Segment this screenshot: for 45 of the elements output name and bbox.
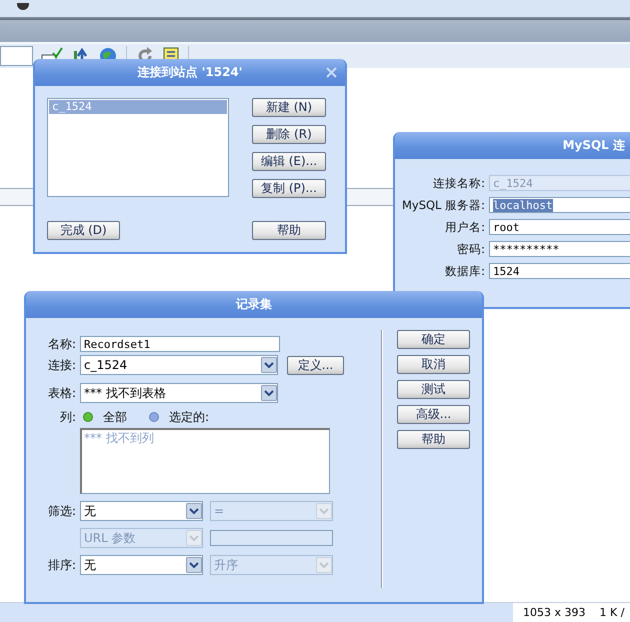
status-size: 1 K / xyxy=(600,606,624,619)
radio-label: 选定的: xyxy=(169,408,210,426)
field-label: 列: xyxy=(58,408,76,426)
window-title: 记录集 xyxy=(236,296,272,313)
input-field[interactable]: root xyxy=(489,219,630,235)
help-button[interactable]: 帮助 xyxy=(252,221,326,240)
define-button[interactable]: 定义... xyxy=(287,356,344,374)
empty-list-text: *** 找不到列 xyxy=(84,431,154,445)
field-label: 数据库: xyxy=(444,264,485,278)
window-title: 连接到站点 '1524' xyxy=(138,64,242,81)
input-field[interactable] xyxy=(210,530,333,546)
window-title: MySQL 连 xyxy=(562,137,625,154)
dialog-button[interactable]: 高级... xyxy=(397,405,470,424)
radio-label: 全部 xyxy=(103,408,127,426)
dialog-button[interactable]: 删除 (R) xyxy=(252,125,326,144)
input-field[interactable]: 1524 xyxy=(489,263,630,279)
done-button[interactable]: 完成 (D) xyxy=(47,221,120,240)
field-label: 表格: xyxy=(46,384,76,402)
dropdown[interactable]: 无 xyxy=(80,501,203,521)
field-label: MySQL 服务器: xyxy=(400,198,485,212)
field-label: 连接名称: xyxy=(432,176,485,190)
dropdown[interactable]: *** 找不到表格 xyxy=(80,383,278,403)
close-icon[interactable] xyxy=(326,67,337,78)
radio-button[interactable] xyxy=(149,412,159,422)
input-field[interactable]: ********** xyxy=(489,241,630,257)
dialog-button[interactable]: 复制 (P)... xyxy=(252,179,326,198)
field-label: 连接: xyxy=(46,356,76,374)
dialog-button[interactable]: 新建 (N) xyxy=(252,98,326,117)
dialog-button[interactable]: 帮助 xyxy=(397,430,470,449)
field-label: 名称: xyxy=(46,336,76,352)
dropdown[interactable]: 无 xyxy=(80,555,203,575)
dropdown[interactable]: c_1524 xyxy=(80,355,278,375)
field-label: 筛选: xyxy=(46,502,76,520)
field-label: 用户名: xyxy=(444,220,485,234)
status-dimensions: 1053 x 393 xyxy=(523,606,586,619)
field-label: 排序: xyxy=(46,556,76,574)
field-label: 密码: xyxy=(456,242,485,256)
input-field[interactable]: Recordset1 xyxy=(80,336,280,352)
dialog-button[interactable]: 测试 xyxy=(397,380,470,399)
radio-button[interactable] xyxy=(83,412,93,422)
dialog-button[interactable]: 取消 xyxy=(397,355,470,374)
input-field[interactable]: localhost xyxy=(489,197,630,213)
dialog-button[interactable]: 确定 xyxy=(397,330,470,349)
dialog-button[interactable]: 编辑 (E)... xyxy=(252,152,326,171)
address-field[interactable] xyxy=(0,46,33,66)
